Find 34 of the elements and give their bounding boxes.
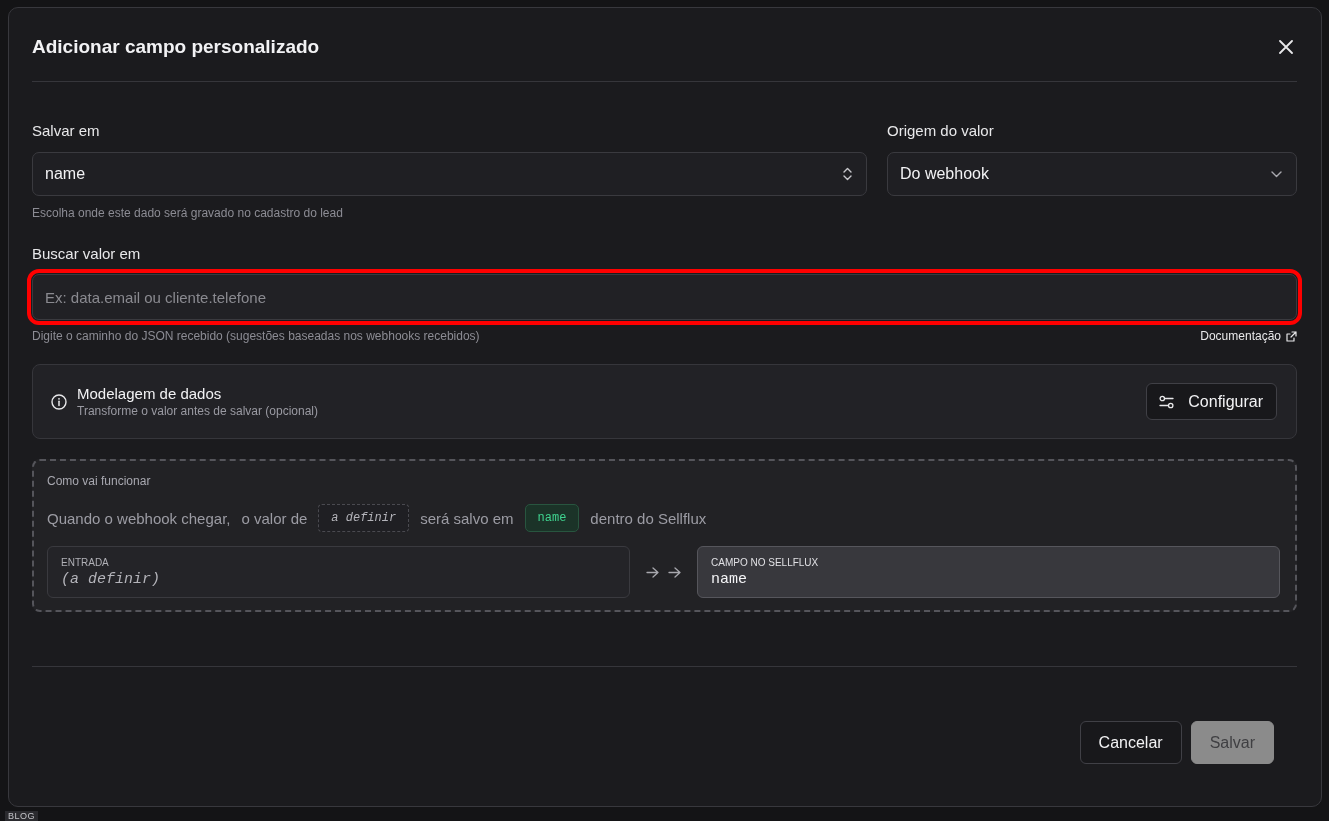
field-label: Salvar em [32, 121, 100, 141]
chevrons-up-down-icon [843, 167, 852, 181]
blog-tag: BLOG [5, 811, 38, 821]
preview-value: name [711, 569, 748, 589]
close-button[interactable] [1277, 38, 1295, 56]
field-label: Buscar valor em [32, 244, 142, 264]
sentence-text: dentro do Sellflux [590, 509, 707, 527]
preview-heading: Como vai funcionar [47, 473, 152, 489]
field-label: Origem do valor [887, 121, 994, 141]
arrow-right-icon [646, 566, 659, 578]
pending-value-tag: a definir [318, 504, 410, 532]
preview-label: ENTRADA [61, 555, 110, 570]
select-field[interactable]: Do webhook [887, 152, 1297, 196]
arrow-right-icon [668, 566, 681, 578]
cancel-button[interactable]: Cancelar [1079, 721, 1182, 764]
panel-title: Modelagem de dados [77, 384, 223, 403]
field-name-tag: name [524, 504, 580, 532]
panel-subtitle: Transforme o valor antes de salvar (opcional) [77, 402, 319, 419]
field-hint: Escolha onde este dado será gravado no cadastro do lead [32, 205, 343, 221]
preview-value: (a definir) [61, 569, 162, 589]
external-link-icon [1286, 330, 1297, 342]
field-hint: Digite o caminho do JSON recebido (sugestões baseadas nos webhooks recebidos) [32, 328, 480, 344]
sentence-text: Quando o webhook chegar, [47, 509, 231, 527]
select-field[interactable]: name [32, 152, 867, 196]
sliders-icon [1159, 394, 1175, 409]
preview-label: CAMPO NO SELLFLUX [711, 555, 820, 570]
documentation-link[interactable]: Documentação [1200, 328, 1297, 344]
sentence-text: o valor de [241, 509, 308, 527]
close-icon [1279, 40, 1293, 54]
dialog-title: Adicionar campo personalizado [32, 35, 320, 59]
configure-button[interactable]: Configurar [1146, 383, 1277, 420]
sentence-text: será salvo em [420, 509, 514, 527]
chevron-down-icon [1271, 170, 1282, 178]
info-icon [51, 393, 67, 410]
